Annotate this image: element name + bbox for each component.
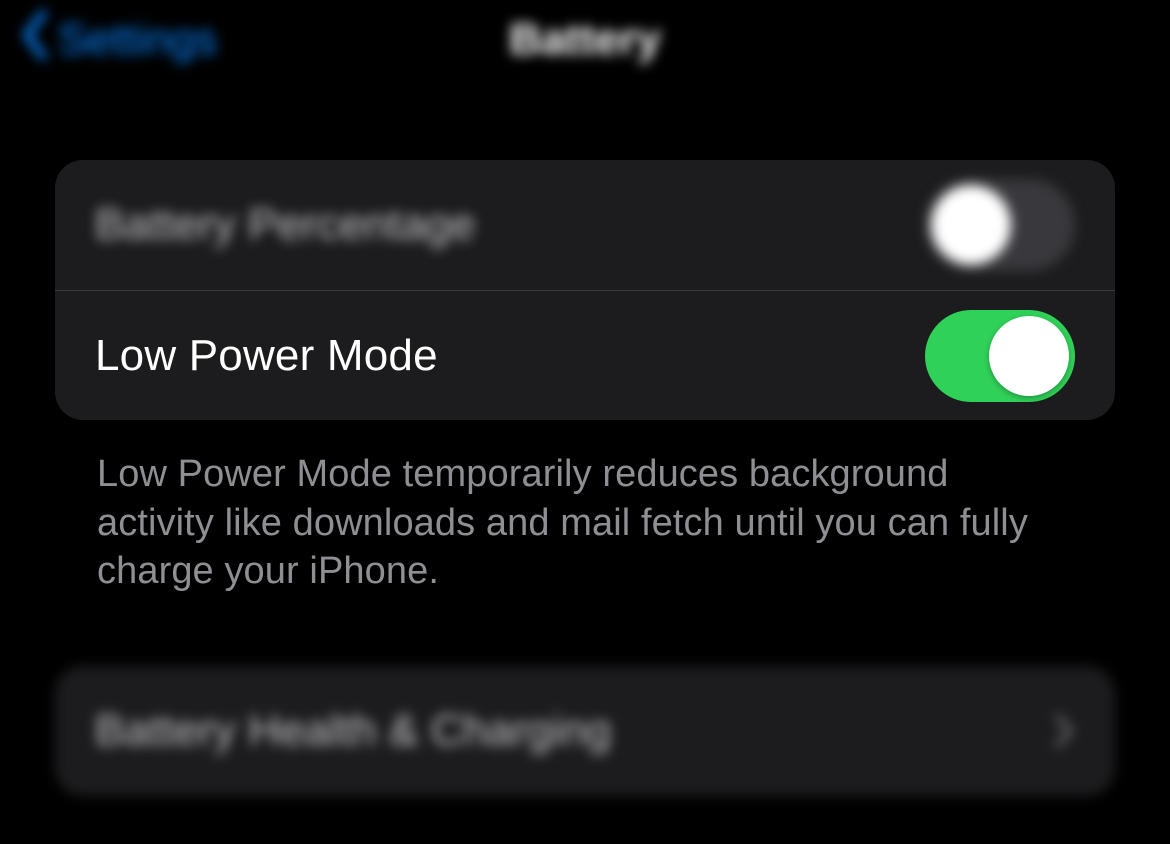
low-power-mode-label: Low Power Mode: [95, 331, 438, 381]
back-button[interactable]: Settings: [20, 0, 217, 80]
chevron-right-icon: [1053, 712, 1075, 750]
low-power-mode-toggle[interactable]: [925, 310, 1075, 402]
toggle-knob: [989, 316, 1069, 396]
battery-percentage-row[interactable]: Battery Percentage: [55, 160, 1115, 290]
back-label: Settings: [58, 15, 217, 65]
settings-group-1: Battery Percentage Low Power Mode: [55, 160, 1115, 420]
low-power-mode-row[interactable]: Low Power Mode: [55, 290, 1115, 420]
page-title: Battery: [509, 15, 661, 65]
toggle-knob: [931, 185, 1011, 265]
navigation-bar: Settings Battery: [0, 0, 1170, 80]
settings-group-2: Battery Health & Charging: [55, 666, 1115, 796]
low-power-mode-description: Low Power Mode temporarily reduces backg…: [55, 420, 1115, 596]
content: Battery Percentage Low Power Mode Low Po…: [0, 80, 1170, 796]
battery-percentage-label: Battery Percentage: [95, 200, 475, 250]
chevron-left-icon: [20, 10, 50, 71]
battery-health-label: Battery Health & Charging: [95, 706, 611, 756]
battery-health-row[interactable]: Battery Health & Charging: [55, 666, 1115, 796]
battery-percentage-toggle[interactable]: [925, 179, 1075, 271]
